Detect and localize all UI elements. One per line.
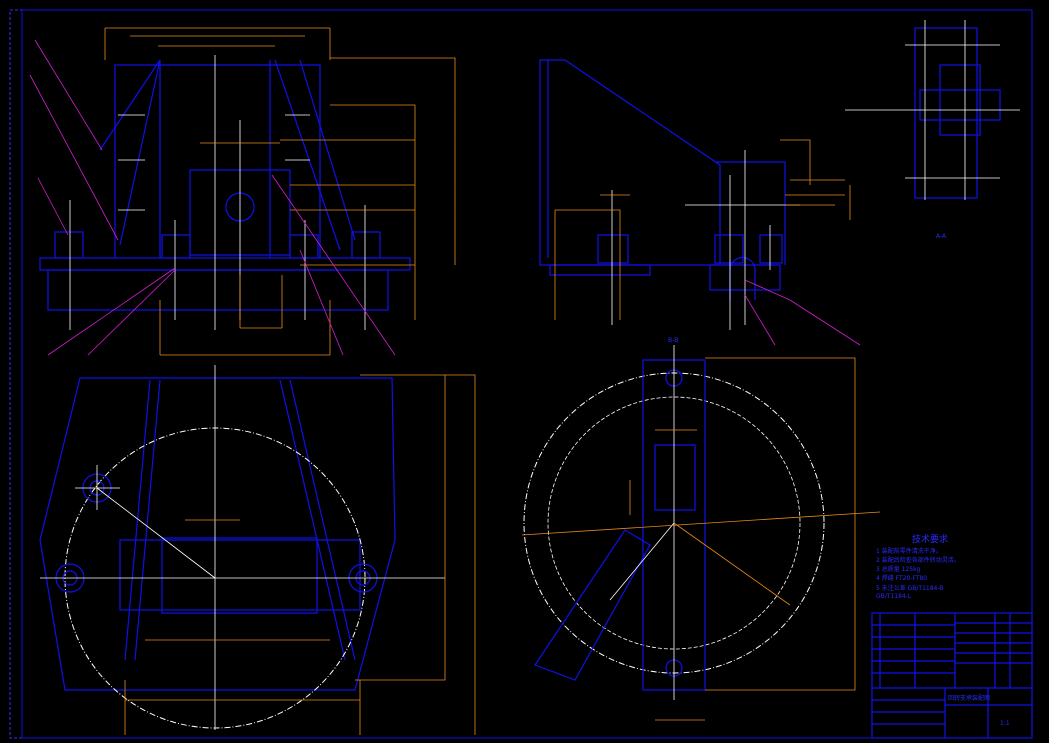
side-view: [539, 59, 861, 346]
tech-req-title: 技术要求: [912, 533, 948, 545]
tech-req-line: 3 总质量 125kg: [876, 565, 921, 573]
plan-view-right: B-B: [521, 337, 881, 721]
drawing-scale: 1:1: [1000, 720, 1010, 727]
title-block: 回转支承装配图 1:1: [871, 612, 1033, 739]
technical-requirements: 技术要求 1 装配前零件清洗干净。 2 装配后检查各部件转动灵活。 3 总质量 …: [876, 533, 960, 600]
tech-req-line: 2 装配后检查各部件转动灵活。: [876, 556, 960, 564]
detail-view: A-A: [845, 20, 1020, 240]
drawing-sheet: A-A B-B 技术要求 1 装配前零件清洗干净。 2 装配后检查各部件转动灵活…: [9, 9, 1033, 739]
plan-view-left: [39, 365, 476, 735]
tech-req-line: 5 未注公差 GB/T1184-B: [876, 584, 943, 592]
front-view: [29, 27, 456, 356]
tech-req-line: GB/T1184-L: [876, 593, 912, 600]
cad-drawing-canvas[interactable]: A-A B-B 技术要求 1 装配前零件清洗干净。 2 装配后检查各部件转动灵活…: [0, 0, 1049, 743]
tech-req-line: 4 焊缝 FT20-FT80: [876, 574, 927, 582]
tech-req-line: 1 装配前零件清洗干净。: [876, 547, 942, 555]
section-label-b: B-B: [668, 337, 678, 344]
section-label-a: A-A: [936, 233, 947, 240]
drawing-name: 回转支承装配图: [948, 694, 990, 702]
outer-frame: [9, 9, 1033, 739]
